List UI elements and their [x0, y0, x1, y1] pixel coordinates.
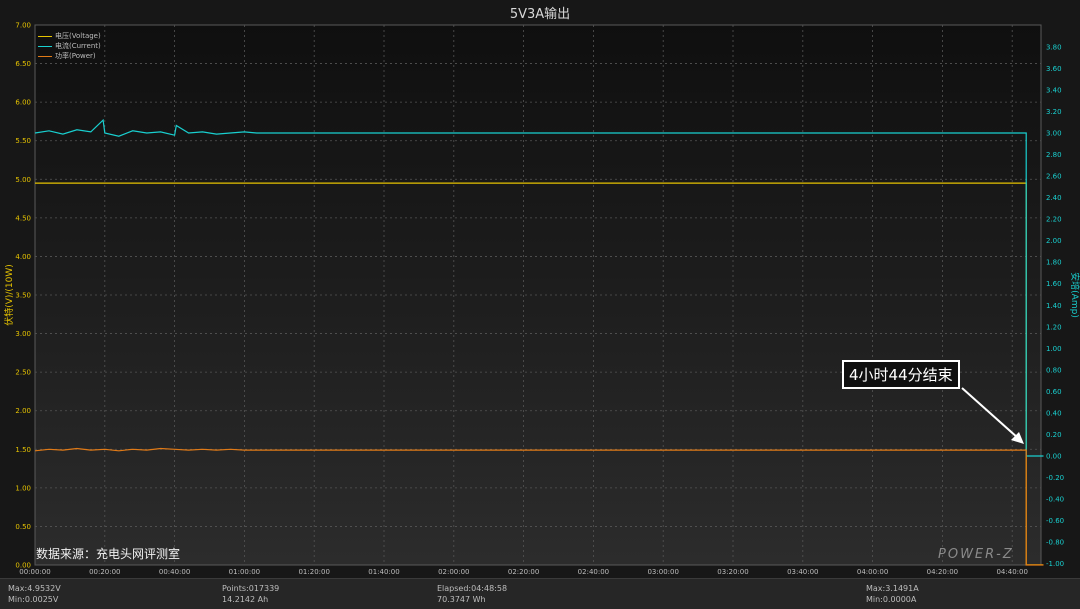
legend-label-current: 电流(Current)	[55, 42, 101, 50]
y-left-tick-label: 4.00	[15, 253, 31, 261]
max-voltage-readout: Max:4.9532V	[8, 584, 61, 593]
chart-title: 5V3A输出	[509, 7, 571, 22]
y-left-tick-label: 6.50	[15, 60, 31, 68]
y-left-tick-label: 5.50	[15, 137, 31, 145]
y-right-tick-label: 0.80	[1046, 366, 1062, 374]
legend-label-power: 功率(Power)	[55, 52, 96, 60]
y-left-tick-label: 2.50	[15, 369, 31, 377]
y-axis-right-label: 安培(Amp)	[1069, 272, 1080, 318]
max-current-readout: Max:3.1491A	[866, 584, 919, 593]
y-left-tick-label: 6.00	[15, 99, 31, 107]
x-tick-label: 02:00:00	[438, 568, 469, 576]
x-tick-label: 03:20:00	[717, 568, 748, 576]
points-readout: Points:017339	[222, 584, 280, 593]
legend-swatch-current	[38, 45, 52, 47]
y-right-tick-label: 1.60	[1046, 280, 1062, 288]
capacity-readout: 14.2142 Ah	[222, 595, 269, 604]
energy-readout: 70.3747 Wh	[437, 595, 486, 604]
x-tick-label: 04:20:00	[927, 568, 958, 576]
end-time-annotation: 4小时44分结束	[842, 360, 960, 389]
power-z-watermark: POWER-Z	[938, 547, 1014, 562]
y-right-tick-label: 2.20	[1046, 216, 1062, 224]
x-tick-label: 03:00:00	[647, 568, 678, 576]
y-right-tick-label: 0.20	[1046, 431, 1062, 439]
y-right-tick-label: 2.80	[1046, 151, 1062, 159]
chart-canvas: 00:00:00 00:20:00 00:40:00 01:00:00 01:20:00…	[3, 22, 1080, 577]
legend-item-voltage: 电压(Voltage)	[38, 31, 101, 41]
y-right-tick-label: -0.40	[1046, 496, 1064, 504]
x-tick-label: 02:40:00	[578, 568, 609, 576]
y-right-tick-label: -1.00	[1046, 560, 1064, 568]
x-axis-ticks: 00:00:00 00:20:00 00:40:00 01:00:00 01:20:00…	[19, 568, 1028, 576]
y-left-tick-label: 0.00	[15, 562, 31, 570]
y-left-tick-label: 4.50	[15, 214, 31, 222]
x-tick-label: 00:20:00	[89, 568, 120, 576]
y-right-tick-label: -0.80	[1046, 539, 1064, 547]
status-footer: Max:4.9532V Min:0.0025V Points:017339 14…	[0, 578, 1080, 609]
data-source-text: 数据来源：充电头网评测室	[36, 547, 181, 561]
y-right-tick-label: 0.40	[1046, 409, 1062, 417]
y-right-tick-label: 3.60	[1046, 65, 1062, 73]
x-tick-label: 01:40:00	[368, 568, 399, 576]
y-right-tick-label: -0.20	[1046, 474, 1064, 482]
y-right-tick-label: 1.40	[1046, 302, 1062, 310]
y-right-tick-label: 0.60	[1046, 388, 1062, 396]
x-tick-label: 04:00:00	[857, 568, 888, 576]
y-axis-left-label: 伏特(V)/(10W)	[3, 264, 15, 326]
chart-window: 00:00:00 00:20:00 00:40:00 01:00:00 01:20:00…	[0, 0, 1080, 609]
y-right-tick-label: 3.20	[1046, 108, 1062, 116]
x-tick-label: 01:20:00	[298, 568, 329, 576]
y-right-tick-label: 2.00	[1046, 237, 1062, 245]
legend-swatch-voltage	[38, 35, 52, 37]
y-left-tick-label: 7.00	[15, 22, 31, 30]
y-right-tick-label: 2.60	[1046, 173, 1062, 181]
x-tick-label: 00:40:00	[159, 568, 190, 576]
y-right-tick-label: 1.80	[1046, 259, 1062, 267]
y-right-tick-label: 0.00	[1046, 453, 1062, 461]
legend-item-current: 电流(Current)	[38, 41, 101, 51]
x-tick-label: 04:40:00	[996, 568, 1027, 576]
y-right-tick-label: 1.00	[1046, 345, 1062, 353]
y-axis-right-ticks: -1.00 -0.80 -0.60 -0.40 -0.20 0.00 0.20 0.40 0.6…	[1046, 43, 1064, 568]
y-left-tick-label: 1.50	[15, 446, 31, 454]
y-right-tick-label: 3.40	[1046, 86, 1062, 94]
x-tick-label: 01:00:00	[229, 568, 260, 576]
y-left-tick-label: 3.50	[15, 292, 31, 300]
y-right-tick-label: 2.40	[1046, 194, 1062, 202]
y-right-tick-label: 3.80	[1046, 43, 1062, 51]
y-left-tick-label: 5.00	[15, 176, 31, 184]
y-axis-left-ticks: 0.00 0.50 1.00 1.50 2.00 2.50 3.00 3.50 4.00 4.50…	[15, 22, 31, 570]
x-tick-label: 03:40:00	[787, 568, 818, 576]
x-tick-label: 02:20:00	[508, 568, 539, 576]
y-right-tick-label: 3.00	[1046, 130, 1062, 138]
y-left-tick-label: 3.00	[15, 330, 31, 338]
y-right-tick-label: 1.20	[1046, 323, 1062, 331]
y-left-tick-label: 0.50	[15, 523, 31, 531]
min-voltage-readout: Min:0.0025V	[8, 595, 59, 604]
y-right-tick-label: -0.60	[1046, 517, 1064, 525]
y-left-tick-label: 1.00	[15, 484, 31, 492]
legend-swatch-power	[38, 55, 52, 57]
elapsed-readout: Elapsed:04:48:58	[437, 584, 508, 593]
min-current-readout: Min:0.0000A	[866, 595, 917, 604]
y-left-tick-label: 2.00	[15, 407, 31, 415]
legend-label-voltage: 电压(Voltage)	[55, 32, 101, 40]
legend-item-power: 功率(Power)	[38, 51, 96, 61]
